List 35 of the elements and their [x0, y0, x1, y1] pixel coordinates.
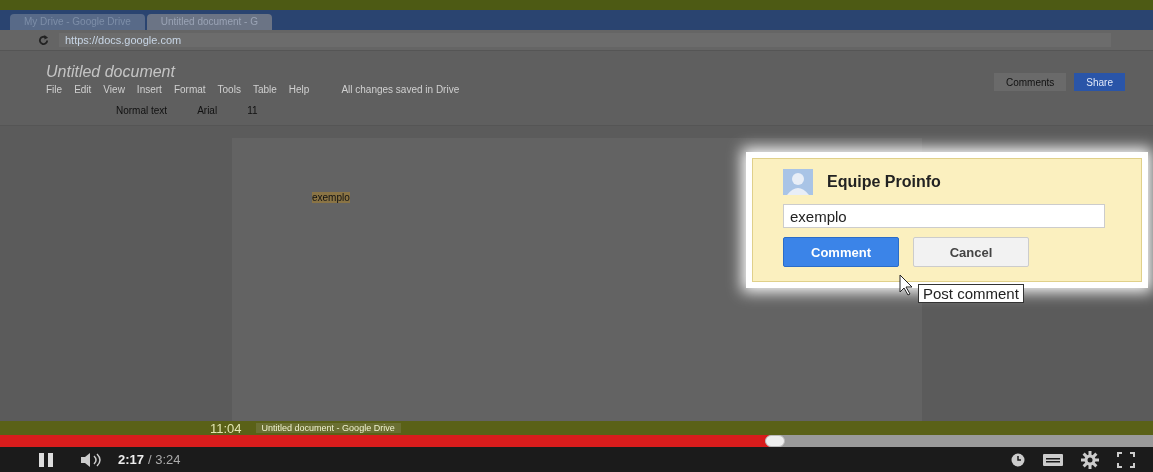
duration: / 3:24 — [148, 452, 181, 467]
progress-track[interactable] — [0, 435, 1153, 447]
size-dropdown[interactable]: 11 — [247, 105, 258, 116]
reload-icon[interactable] — [38, 34, 49, 46]
menu-item[interactable]: File — [46, 84, 63, 95]
menu-item[interactable]: Help — [288, 84, 310, 95]
document-text: exemplo — [312, 192, 350, 203]
clock-icon[interactable] — [1011, 452, 1025, 467]
captions-icon[interactable] — [1043, 452, 1063, 467]
save-status: All changes saved in Drive — [341, 84, 460, 95]
menu-item[interactable]: Table — [252, 84, 277, 95]
taskbar-clock: 11:04 — [210, 420, 242, 436]
header-button[interactable]: Share — [1074, 73, 1125, 91]
menu-item[interactable]: Format — [173, 84, 206, 95]
mouse-cursor-icon — [899, 274, 915, 296]
menu-item[interactable]: View — [103, 84, 125, 95]
current-time: 2:17 — [118, 452, 145, 467]
comment-action-button[interactable]: Comment — [783, 237, 899, 267]
pause-icon[interactable] — [38, 451, 54, 468]
taskbar-window-button[interactable]: Untitled document - Google Drive — [255, 423, 401, 433]
fullscreen-icon[interactable] — [1117, 451, 1135, 468]
header-button[interactable]: Comments — [993, 73, 1067, 91]
menu-item[interactable]: Insert — [136, 84, 162, 95]
menu-item[interactable]: Edit — [74, 84, 92, 95]
menu-item[interactable]: Tools — [217, 84, 241, 95]
comment-field[interactable]: exemplo — [783, 204, 1105, 228]
comment-action-button[interactable]: Cancel — [913, 237, 1029, 267]
settings-icon[interactable] — [1081, 450, 1099, 469]
style-dropdown[interactable]: Normal text — [116, 105, 168, 116]
tooltip: Post comment — [918, 284, 1024, 303]
address-field[interactable]: https://docs.google.com — [59, 33, 1111, 47]
font-dropdown[interactable]: Arial — [197, 105, 218, 116]
comment-author: Equipe Proinfo — [827, 173, 941, 191]
avatar-icon — [783, 169, 813, 195]
document-title[interactable]: Untitled document — [46, 63, 460, 81]
